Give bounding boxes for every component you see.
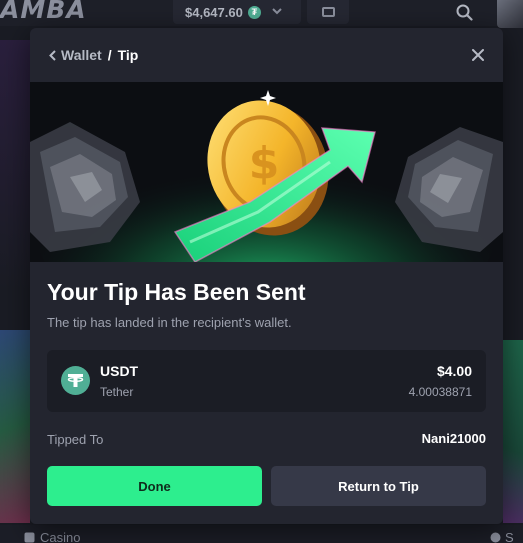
asset-symbol: USDT (100, 363, 139, 379)
banner-illustration: $ (30, 82, 503, 262)
background-game-tile (503, 340, 523, 523)
sports-icon (490, 532, 501, 543)
tipped-to-label: Tipped To (47, 432, 104, 447)
bottom-nav-sports[interactable]: S (490, 530, 514, 543)
return-to-tip-button[interactable]: Return to Tip (271, 466, 486, 506)
background-decoration (0, 40, 30, 290)
modal-header: Wallet / Tip (30, 28, 503, 82)
asset-usd-value: $4.00 (436, 363, 472, 379)
asset-name: Tether (100, 385, 134, 399)
breadcrumb-back-wallet[interactable]: Wallet (49, 47, 102, 63)
balance-selector[interactable]: $4,647.60 ₮ (173, 0, 301, 24)
bottom-nav-sports-label: S (505, 530, 514, 543)
search-icon (456, 4, 473, 21)
tipped-to-username: Nani21000 (421, 431, 486, 446)
tip-modal: Wallet / Tip $ Your Tip Has Been Sent Th… (30, 28, 503, 524)
breadcrumb-wallet-label: Wallet (61, 47, 102, 63)
close-icon (472, 49, 484, 61)
chevron-down-icon (272, 7, 282, 18)
site-logo[interactable]: AMBA (0, 0, 87, 24)
background-game-tile (0, 330, 30, 523)
tip-sent-banner: $ (30, 82, 503, 262)
bottom-nav-casino-label: Casino (40, 530, 81, 543)
wallet-button[interactable] (307, 0, 349, 24)
search-button[interactable] (444, 0, 484, 24)
tether-icon: ₮ (247, 5, 261, 19)
modal-subtitle: The tip has landed in the recipient's wa… (47, 315, 292, 330)
chevron-left-icon (49, 49, 56, 61)
casino-icon (24, 532, 35, 543)
breadcrumb-separator: / (107, 47, 112, 63)
asset-amount: 4.00038871 (408, 385, 472, 399)
bottom-nav-casino[interactable]: Casino (24, 530, 80, 543)
svg-text:$: $ (249, 138, 280, 189)
tether-icon (61, 366, 90, 395)
avatar[interactable] (497, 0, 523, 28)
breadcrumb-current: Tip (117, 47, 139, 63)
close-button[interactable] (467, 44, 489, 66)
wallet-icon (321, 7, 335, 17)
balance-amount: $4,647.60 (185, 4, 243, 20)
modal-title: Your Tip Has Been Sent (47, 279, 306, 305)
done-button[interactable]: Done (47, 466, 262, 506)
asset-summary-card: USDT Tether $4.00 4.00038871 (47, 350, 486, 412)
top-bar: AMBA $4,647.60 ₮ (0, 0, 523, 28)
